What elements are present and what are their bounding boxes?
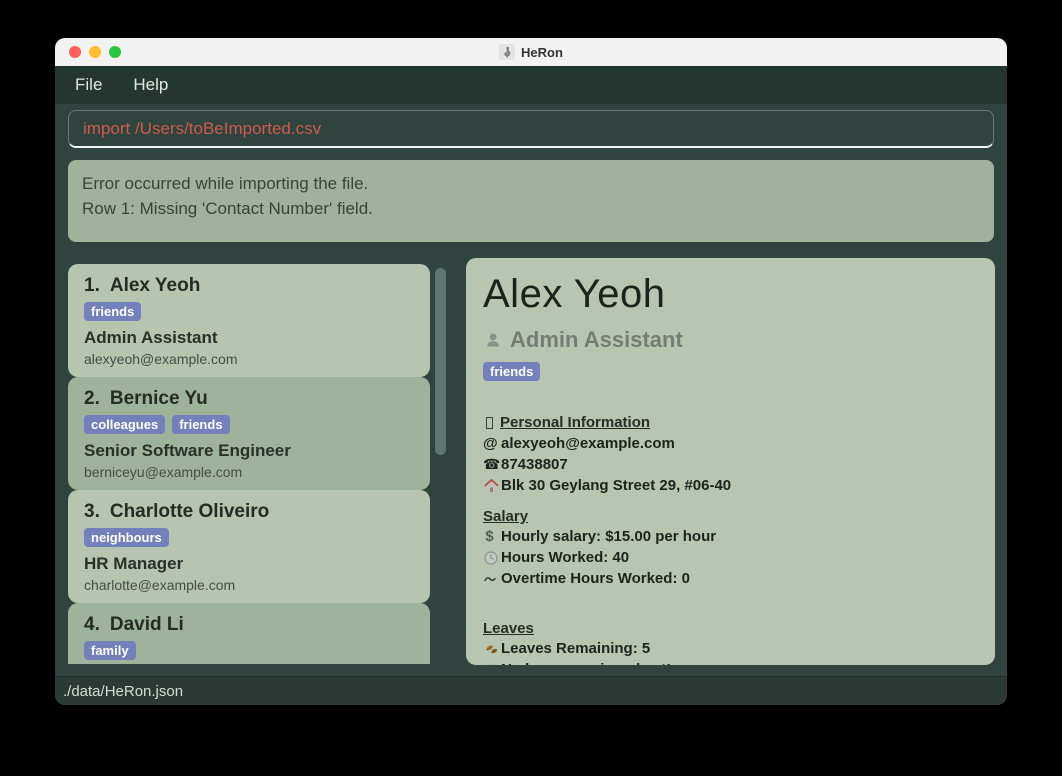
hourly-salary-row: $ Hourly salary: $15.00 per hour — [483, 526, 978, 547]
detail-address-row: Blk 30 Geylang Street 29, #06-40 — [483, 475, 978, 496]
person-email: berniceyu@example.com — [84, 464, 243, 480]
detail-name: Alex Yeoh — [483, 272, 666, 316]
detail-tags: friends — [483, 362, 978, 381]
result-line: Row 1: Missing 'Contact Number' field. — [82, 199, 373, 218]
person-email: charlotte@example.com — [84, 577, 236, 593]
overtime-hours-row: Overtime Hours Worked: 0 — [483, 568, 978, 589]
overtime-hours: Overtime Hours Worked: 0 — [501, 570, 690, 587]
leaves-section: Leaves Leaves Remaining: 5 — [483, 620, 978, 665]
dollar-icon: $ — [485, 528, 494, 545]
at-icon: @ — [483, 435, 498, 452]
leaves-remaining-row: Leaves Remaining: 5 — [483, 638, 978, 659]
person-role: HR Manager — [84, 554, 184, 573]
window-title-wrap: HeRon — [499, 44, 563, 60]
person-tags: neighbours — [84, 528, 414, 548]
salary-heading: Salary — [483, 508, 529, 525]
list-scrollbar-thumb[interactable] — [435, 268, 446, 455]
tag: friends — [483, 362, 541, 381]
person-role: Admin Assistant — [84, 328, 218, 347]
hours-worked: Hours Worked: 40 — [501, 549, 630, 566]
person-index: 2. — [84, 388, 100, 409]
leaves-remaining: Leaves Remaining: 5 — [501, 640, 651, 657]
app-window: HeRon File Help Error occurred while imp… — [55, 38, 1007, 705]
tag: colleagues — [84, 415, 166, 434]
tag: family — [84, 641, 136, 660]
person-role: Senior Software Engineer — [84, 441, 291, 460]
hourly-salary: Hourly salary: $15.00 per hour — [501, 528, 717, 545]
person-bust-icon — [483, 331, 503, 349]
person-tags: family — [84, 641, 414, 661]
person-name-line: 3. Charlotte Oliveiro — [84, 501, 414, 523]
person-name: Alex Yeoh — [109, 275, 201, 296]
person-name-line: 4. David Li — [84, 614, 414, 636]
detail-phone-row: ☎ 87438807 — [483, 454, 978, 475]
menu-help[interactable]: Help — [133, 75, 168, 95]
heron-app-icon — [499, 44, 516, 60]
person-card[interactable]: 1. Alex Yeoh friends Admin Assistant alex… — [68, 264, 430, 377]
detail-role-row: Admin Assistant — [483, 327, 978, 353]
wave-icon — [483, 575, 496, 583]
list-scrollbar-track[interactable] — [433, 264, 447, 664]
person-tags: colleagues friends — [84, 415, 414, 435]
close-window-button[interactable] — [69, 46, 81, 58]
personal-info-section: Personal Information @ alexyeoh@example.… — [483, 412, 978, 496]
person-detail-panel: Alex Yeoh Admin Assistant friends Person… — [466, 258, 995, 665]
save-location-status: ./data/HeRon.json — [63, 682, 184, 700]
tag: neighbours — [84, 528, 169, 547]
menu-bar: File Help — [55, 66, 1007, 104]
tag: friends — [172, 415, 230, 434]
result-line: Error occurred while importing the file. — [82, 174, 369, 193]
person-name: Charlotte Oliveiro — [109, 501, 270, 522]
detail-email-row: @ alexyeoh@example.com — [483, 433, 978, 454]
person-tags: friends — [84, 302, 414, 322]
house-icon — [483, 478, 499, 493]
clock-icon — [483, 550, 499, 565]
command-input[interactable] — [68, 110, 994, 148]
minimize-window-button[interactable] — [89, 46, 101, 58]
tag: friends — [84, 302, 142, 321]
hours-worked-row: Hours Worked: 40 — [483, 547, 978, 568]
traffic-lights — [69, 46, 121, 58]
fallen-leaves-icon — [483, 642, 499, 655]
person-card[interactable]: 2. Bernice Yu colleagues friends Senior So… — [68, 377, 430, 490]
title-bar: HeRon — [55, 38, 1007, 66]
leaves-heading: Leaves — [483, 620, 534, 637]
phone-icon: ☎ — [483, 456, 501, 472]
detail-phone: 87438807 — [501, 456, 568, 473]
leaves-assigned: No leaves assigned yet! — [501, 659, 671, 665]
document-tofu-icon — [483, 416, 495, 429]
person-name: David Li — [109, 614, 184, 635]
person-list: 1. Alex Yeoh friends Admin Assistant alex… — [68, 264, 430, 664]
leaves-assigned-row: No leaves assigned yet! — [483, 659, 978, 665]
detail-address: Blk 30 Geylang Street 29, #06-40 — [501, 477, 732, 494]
personal-info-heading: Personal Information — [500, 414, 651, 431]
person-email: alexyeoh@example.com — [84, 351, 238, 367]
window-title: HeRon — [521, 44, 563, 60]
personal-info-heading-row: Personal Information — [483, 412, 978, 433]
salary-section: Salary $ Hourly salary: $15.00 per hour … — [483, 508, 978, 589]
person-name-line: 2. Bernice Yu — [84, 388, 414, 410]
person-index: 4. — [84, 614, 100, 635]
detail-role: Admin Assistant — [510, 327, 683, 352]
person-index: 1. — [84, 275, 100, 296]
person-name: Bernice Yu — [109, 388, 208, 409]
detail-email: alexyeoh@example.com — [501, 435, 675, 452]
calendar-icon — [483, 663, 499, 665]
status-bar: ./data/HeRon.json — [55, 676, 1007, 705]
person-card[interactable]: 3. Charlotte Oliveiro neighbours HR Manag… — [68, 490, 430, 603]
menu-file[interactable]: File — [75, 75, 102, 95]
zoom-window-button[interactable] — [109, 46, 121, 58]
person-card[interactable]: 4.David Li family Assistant Sales Manage… — [68, 603, 430, 664]
person-name-line: 1. Alex Yeoh — [84, 275, 414, 297]
result-display: Error occurred while importing the file.… — [68, 160, 994, 242]
person-index: 3. — [84, 501, 100, 522]
